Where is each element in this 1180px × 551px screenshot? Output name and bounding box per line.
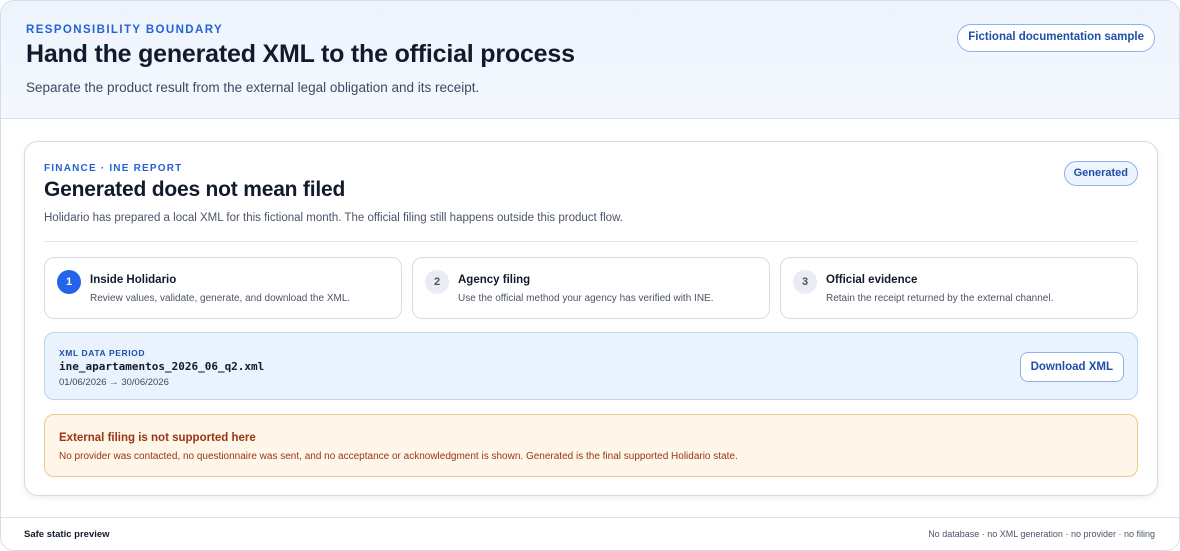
step-title: Agency filing xyxy=(458,274,531,286)
divider xyxy=(44,241,1138,242)
footer-preview-label: Safe static preview xyxy=(24,529,110,540)
xml-data-period-panel: XML DATA PERIOD ine_apartamentos_2026_06… xyxy=(44,332,1138,400)
warning-title: External filing is not supported here xyxy=(59,432,256,444)
app-frame: RESPONSIBILITY BOUNDARY Hand the generat… xyxy=(0,0,1180,551)
warning-text: No provider was contacted, no questionna… xyxy=(59,451,738,462)
card-description: Holidario has prepared a local XML for t… xyxy=(44,212,623,224)
sample-badge: Fictional documentation sample xyxy=(957,24,1155,52)
download-xml-button[interactable]: Download XML xyxy=(1019,352,1124,382)
external-filing-warning: External filing is not supported here No… xyxy=(44,414,1138,477)
step-list: 1 Inside Holidario Review values, valida… xyxy=(44,257,1138,319)
step-title: Inside Holidario xyxy=(90,274,177,286)
page-header: RESPONSIBILITY BOUNDARY Hand the generat… xyxy=(1,1,1179,119)
card-eyebrow: FINANCE · INE REPORT xyxy=(44,163,183,174)
page-subtitle: Separate the product result from the ext… xyxy=(26,80,480,95)
step-description: Retain the receipt returned by the exter… xyxy=(826,293,1054,304)
step-description: Review values, validate, generate, and d… xyxy=(90,293,351,304)
status-badge: Generated xyxy=(1063,161,1138,186)
ine-report-card: FINANCE · INE REPORT Generated does not … xyxy=(24,141,1158,496)
step-number-badge: 3 xyxy=(793,270,817,294)
xml-period-label: XML DATA PERIOD xyxy=(59,348,146,358)
page-footer: Safe static preview No database · no XML… xyxy=(1,517,1179,550)
footer-disclaimer: No database · no XML generation · no pro… xyxy=(928,529,1155,539)
xml-date-range: 01/06/2026 → 30/06/2026 xyxy=(59,377,169,388)
card-title: Generated does not mean filed xyxy=(44,178,346,201)
step-inside-holidario: 1 Inside Holidario Review values, valida… xyxy=(44,257,402,319)
step-number-badge: 1 xyxy=(57,270,81,294)
xml-filename: ine_apartamentos_2026_06_q2.xml xyxy=(59,360,265,373)
step-description: Use the official method your agency has … xyxy=(458,293,714,304)
step-agency-filing: 2 Agency filing Use the official method … xyxy=(412,257,770,319)
page-title: Hand the generated XML to the official p… xyxy=(26,40,575,68)
step-number-badge: 2 xyxy=(425,270,449,294)
step-official-evidence: 3 Official evidence Retain the receipt r… xyxy=(780,257,1138,319)
page-eyebrow: RESPONSIBILITY BOUNDARY xyxy=(26,24,224,36)
step-title: Official evidence xyxy=(826,274,918,286)
